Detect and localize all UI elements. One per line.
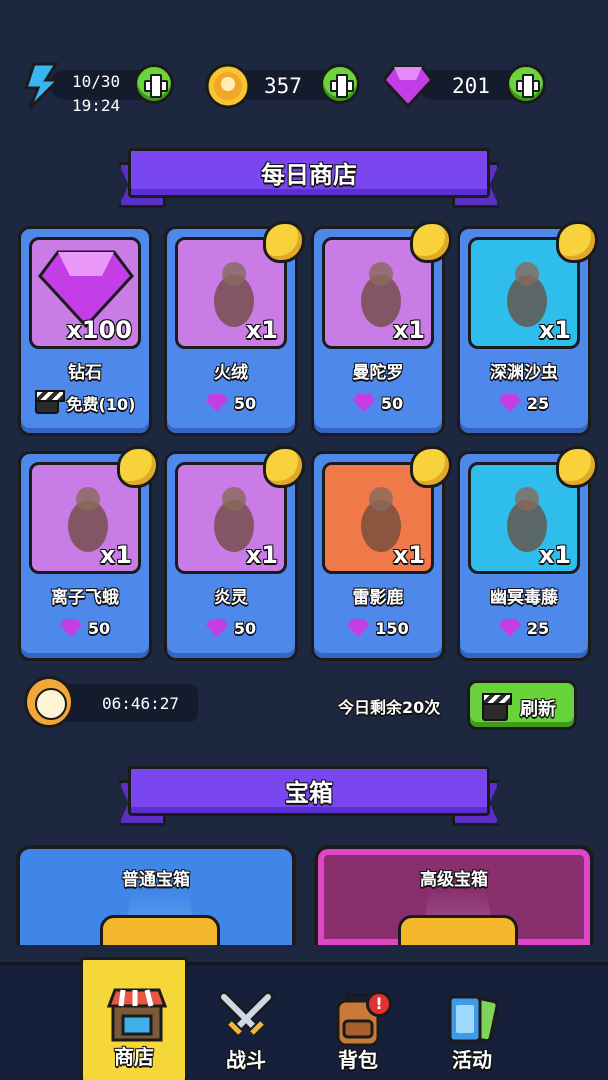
star-badge-icon	[263, 446, 305, 488]
chest-icon	[398, 915, 518, 945]
item-quantity: x1	[245, 541, 278, 569]
item-quantity: x1	[245, 316, 278, 344]
shop-item-card[interactable]: x1 雷影鹿 150	[311, 446, 452, 661]
item-name: 钻石	[68, 363, 102, 383]
item-price: 50	[21, 616, 149, 640]
shop-item-card[interactable]: x1 火绒 50	[164, 221, 305, 436]
video-clapper-icon	[482, 693, 512, 721]
shop-item-card[interactable]: x1 曼陀罗 50	[311, 221, 452, 436]
nav-label-events: 活动	[452, 1048, 492, 1072]
star-badge-icon	[263, 221, 305, 263]
countdown-value: 06:46:27	[102, 694, 180, 713]
shop-item-card[interactable]: x1 炎灵 50	[164, 446, 305, 661]
item-quantity: x1	[392, 316, 425, 344]
item-image: x100	[29, 237, 141, 349]
gem-icon	[205, 394, 228, 412]
nav-label-backpack: 背包	[338, 1048, 378, 1072]
normal-chest-label: 普通宝箱	[122, 870, 190, 890]
shop-icon	[106, 988, 168, 1042]
item-quantity: x1	[538, 316, 571, 344]
lightning-icon	[23, 62, 62, 110]
refresh-remaining-text: 今日剩余20次	[338, 698, 441, 717]
cards-icon	[448, 995, 499, 1043]
add-coins-button[interactable]	[320, 64, 360, 104]
price-value: 50	[233, 393, 257, 413]
coin-resource: 357	[204, 62, 364, 110]
chest-icon	[100, 915, 220, 945]
shop-item-card[interactable]: x1 深渊沙虫 25	[457, 221, 598, 436]
bottom-nav: 商店 战斗 ! 背包 活动	[0, 957, 608, 1080]
price-value: 25	[526, 393, 550, 413]
price-value: 免费(10)	[66, 395, 136, 414]
nav-tab-events[interactable]: 活动	[418, 965, 526, 1080]
energy-value: 10/30	[72, 72, 121, 91]
price-value: 50	[87, 618, 111, 638]
daily-shop-title: 每日商店	[261, 161, 357, 189]
item-quantity: x100	[66, 316, 132, 344]
gem-icon	[205, 619, 228, 637]
item-price: 50	[314, 391, 442, 415]
shop-item-card[interactable]: x100 钻石免费(10)	[18, 226, 152, 436]
item-price: 150	[314, 616, 442, 640]
gem-icon	[498, 619, 521, 637]
refresh-countdown: 06:46:27	[24, 676, 198, 728]
item-price: 免费(10)	[21, 390, 149, 415]
item-quantity: x1	[392, 541, 425, 569]
item-name: 离子飞蛾	[51, 588, 119, 608]
item-name: 炎灵	[214, 588, 248, 608]
daily-shop-banner: 每日商店	[118, 148, 500, 210]
gem-icon	[352, 394, 375, 412]
refresh-button-label: 刷新	[520, 699, 556, 720]
nav-label-battle: 战斗	[226, 1048, 266, 1072]
item-name: 火绒	[214, 363, 248, 383]
nav-label-shop: 商店	[114, 1045, 154, 1069]
item-name: 雷影鹿	[352, 588, 404, 608]
chest-title: 宝箱	[285, 779, 333, 807]
shop-item-card[interactable]: x1 离子飞蛾 50	[18, 446, 159, 661]
gem-icon	[498, 394, 521, 412]
coin-value: 357	[264, 74, 302, 98]
star-badge-icon	[117, 446, 159, 488]
gem-icon	[382, 65, 434, 108]
add-gems-button[interactable]	[506, 64, 546, 104]
item-quantity: x1	[538, 541, 571, 569]
item-name: 曼陀罗	[352, 363, 404, 383]
item-name: 深渊沙虫	[490, 363, 558, 383]
nav-tab-battle[interactable]: 战斗	[192, 965, 300, 1080]
star-badge-icon	[556, 221, 598, 263]
star-badge-icon	[410, 221, 452, 263]
gem-resource: 201	[382, 62, 552, 110]
price-value: 50	[233, 618, 257, 638]
nav-tab-shop[interactable]: 商店	[80, 957, 188, 1080]
energy-timer: 19:24	[72, 96, 121, 115]
video-clapper-icon	[34, 390, 65, 414]
add-energy-button[interactable]	[134, 64, 174, 104]
energy-resource: 10/30 19:24	[20, 62, 180, 115]
coin-icon	[205, 63, 251, 109]
item-price: 50	[167, 391, 295, 415]
item-price: 50	[167, 616, 295, 640]
price-value: 150	[375, 618, 409, 638]
notification-badge: !	[366, 991, 392, 1017]
chest-banner: 宝箱	[118, 766, 500, 828]
item-quantity: x1	[99, 541, 132, 569]
gem-icon	[347, 619, 370, 637]
item-name: 幽冥毒藤	[490, 588, 558, 608]
stopwatch-icon	[24, 676, 74, 728]
star-badge-icon	[410, 446, 452, 488]
item-price: 25	[460, 391, 588, 415]
gem-value: 201	[452, 74, 490, 98]
crossed-swords-icon	[218, 991, 274, 1037]
refresh-button[interactable]: 刷新	[467, 680, 577, 730]
price-value: 50	[380, 393, 404, 413]
gem-icon	[59, 619, 82, 637]
price-value: 25	[526, 618, 550, 638]
normal-chest-card[interactable]: 普通宝箱	[16, 845, 296, 945]
nav-tab-backpack[interactable]: ! 背包	[304, 965, 412, 1080]
star-badge-icon	[556, 446, 598, 488]
item-price: 25	[460, 616, 588, 640]
premium-chest-label: 高级宝箱	[420, 870, 488, 890]
premium-chest-card[interactable]: 高级宝箱	[314, 845, 594, 945]
shop-item-card[interactable]: x1 幽冥毒藤 25	[457, 446, 598, 661]
